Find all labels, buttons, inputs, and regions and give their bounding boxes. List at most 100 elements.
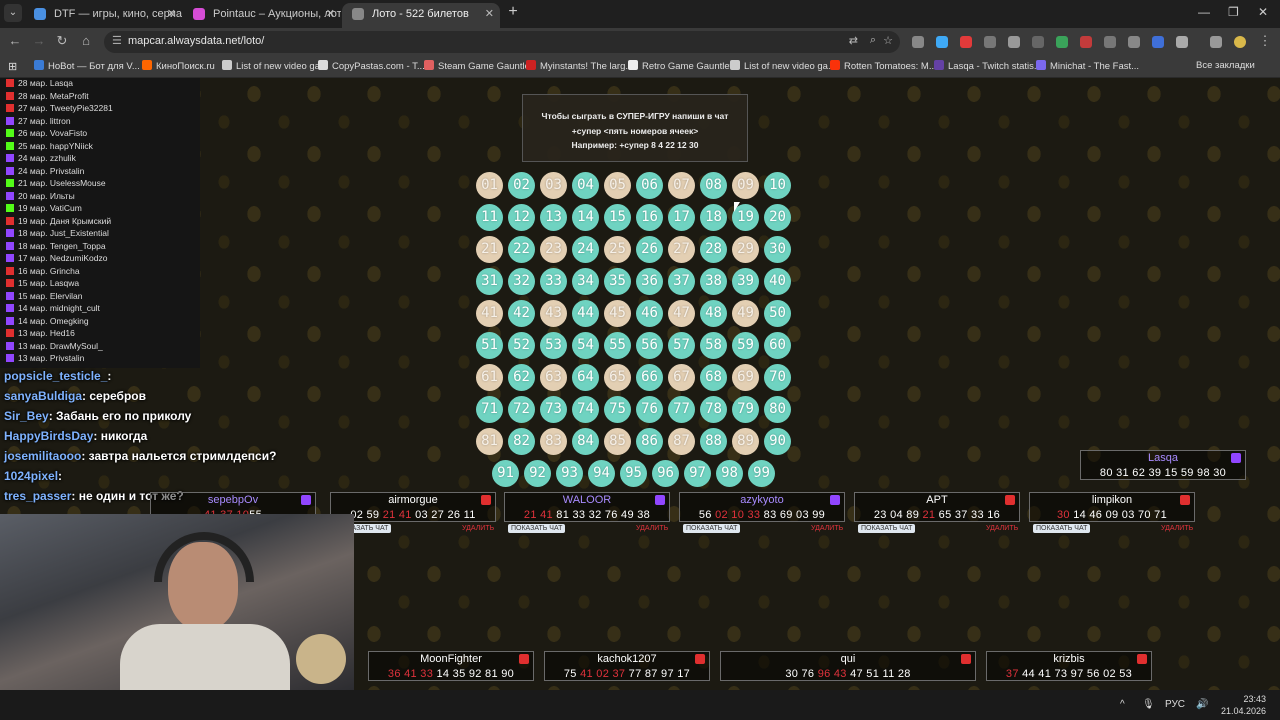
number-ball[interactable]: 28: [700, 236, 727, 263]
show-chat-button[interactable]: ПОКАЗАТЬ ЧАТ: [858, 524, 916, 533]
number-ball[interactable]: 40: [764, 268, 791, 295]
bookmark-star-icon[interactable]: ☆: [883, 34, 893, 47]
number-ball[interactable]: 46: [636, 300, 663, 327]
extension-icon[interactable]: [1128, 36, 1140, 48]
number-ball[interactable]: 60: [764, 332, 791, 359]
tab-loto[interactable]: Лото - 522 билетов ✕: [342, 3, 500, 28]
number-ball[interactable]: 93: [556, 460, 583, 487]
apps-grid-icon[interactable]: ⊞: [8, 60, 17, 73]
ticket-card[interactable]: WALOOR 21 41 81 33 32 76 49 38: [504, 492, 670, 522]
volume-icon[interactable]: 🔊: [1196, 699, 1208, 710]
delete-button[interactable]: УДАЛИТЬ: [636, 525, 668, 532]
number-ball[interactable]: 56: [636, 332, 663, 359]
extension-icon[interactable]: [1056, 36, 1068, 48]
number-ball[interactable]: 96: [652, 460, 679, 487]
bookmark-item[interactable]: List of new video ga...: [222, 60, 328, 72]
extension-icon[interactable]: [1008, 36, 1020, 48]
extension-icon[interactable]: [960, 36, 972, 48]
number-ball[interactable]: 74: [572, 396, 599, 423]
number-ball[interactable]: 59: [732, 332, 759, 359]
number-ball[interactable]: 87: [668, 428, 695, 455]
all-bookmarks-button[interactable]: Все закладки: [1196, 60, 1255, 71]
number-ball[interactable]: 45: [604, 300, 631, 327]
ticket-card[interactable]: airmorgue 02 59 21 41 03 27 26 11: [330, 492, 496, 522]
number-ball[interactable]: 34: [572, 268, 599, 295]
reload-icon[interactable]: ↻: [53, 33, 71, 49]
number-ball[interactable]: 13: [540, 204, 567, 231]
site-info-icon[interactable]: ☰: [112, 34, 122, 47]
number-ball[interactable]: 82: [508, 428, 535, 455]
number-ball[interactable]: 06: [636, 172, 663, 199]
number-ball[interactable]: 08: [700, 172, 727, 199]
extension-icon[interactable]: [1032, 36, 1044, 48]
delete-button[interactable]: УДАЛИТЬ: [462, 525, 494, 532]
translate-icon[interactable]: ⇄: [849, 34, 858, 47]
number-ball[interactable]: 41: [476, 300, 503, 327]
number-ball[interactable]: 07: [668, 172, 695, 199]
number-ball[interactable]: 14: [572, 204, 599, 231]
number-ball[interactable]: 37: [668, 268, 695, 295]
number-ball[interactable]: 54: [572, 332, 599, 359]
ticket-card[interactable]: krizbis 37 44 41 73 97 56 02 53: [986, 651, 1152, 681]
tab-search-button[interactable]: ⌄: [4, 4, 22, 22]
number-ball[interactable]: 85: [604, 428, 631, 455]
number-ball[interactable]: 53: [540, 332, 567, 359]
extension-icon[interactable]: [1152, 36, 1164, 48]
number-ball[interactable]: 16: [636, 204, 663, 231]
number-ball[interactable]: 91: [492, 460, 519, 487]
number-ball[interactable]: 62: [508, 364, 535, 391]
number-ball[interactable]: 39: [732, 268, 759, 295]
number-ball[interactable]: 81: [476, 428, 503, 455]
show-chat-button[interactable]: ПОКАЗАТЬ ЧАТ: [1033, 524, 1091, 533]
tray-expand-icon[interactable]: ^: [1120, 699, 1125, 710]
number-ball[interactable]: 97: [684, 460, 711, 487]
number-ball[interactable]: 27: [668, 236, 695, 263]
number-ball[interactable]: 18: [700, 204, 727, 231]
number-ball[interactable]: 35: [604, 268, 631, 295]
number-ball[interactable]: 73: [540, 396, 567, 423]
number-ball[interactable]: 61: [476, 364, 503, 391]
tab-dtf[interactable]: DTF — игры, кино, сериалы, р ✕: [24, 3, 182, 28]
ticket-card[interactable]: APT 23 04 89 21 65 37 33 16: [854, 492, 1020, 522]
number-ball[interactable]: 49: [732, 300, 759, 327]
extension-icon[interactable]: [912, 36, 924, 48]
bookmark-item[interactable]: Rotten Tomatoes: M...: [830, 60, 937, 72]
number-ball[interactable]: 51: [476, 332, 503, 359]
extension-icon[interactable]: [1104, 36, 1116, 48]
delete-button[interactable]: УДАЛИТЬ: [811, 525, 843, 532]
number-ball[interactable]: 48: [700, 300, 727, 327]
number-ball[interactable]: 29: [732, 236, 759, 263]
ticket-card[interactable]: MoonFighter 36 41 33 14 35 92 81 90: [368, 651, 534, 681]
number-ball[interactable]: 50: [764, 300, 791, 327]
number-ball[interactable]: 10: [764, 172, 791, 199]
number-ball[interactable]: 83: [540, 428, 567, 455]
bookmark-item[interactable]: КиноПоиск.ru: [142, 60, 215, 72]
bookmark-item[interactable]: Minichat - The Fast...: [1036, 60, 1139, 72]
delete-button[interactable]: УДАЛИТЬ: [986, 525, 1018, 532]
number-ball[interactable]: 20: [764, 204, 791, 231]
extension-icon[interactable]: [936, 36, 948, 48]
number-ball[interactable]: 36: [636, 268, 663, 295]
number-ball[interactable]: 99: [748, 460, 775, 487]
number-ball[interactable]: 52: [508, 332, 535, 359]
system-clock[interactable]: 23:43 21.04.2026: [1221, 693, 1266, 717]
number-ball[interactable]: 79: [732, 396, 759, 423]
number-ball[interactable]: 33: [540, 268, 567, 295]
number-ball[interactable]: 72: [508, 396, 535, 423]
number-ball[interactable]: 32: [508, 268, 535, 295]
forward-icon[interactable]: →: [30, 33, 48, 48]
number-ball[interactable]: 89: [732, 428, 759, 455]
number-ball[interactable]: 11: [476, 204, 503, 231]
menu-kebab-icon[interactable]: ⋮: [1256, 33, 1274, 49]
zoom-icon[interactable]: ⌕: [870, 34, 876, 47]
bookmark-item[interactable]: HoBot — Бот для V...: [34, 60, 140, 72]
number-ball[interactable]: 69: [732, 364, 759, 391]
number-ball[interactable]: 23: [540, 236, 567, 263]
restore-icon[interactable]: ❐: [1228, 5, 1239, 19]
bookmark-item[interactable]: List of new video ga...: [730, 60, 836, 72]
delete-button[interactable]: УДАЛИТЬ: [1161, 525, 1193, 532]
close-window-icon[interactable]: ✕: [1258, 5, 1268, 19]
number-ball[interactable]: 64: [572, 364, 599, 391]
number-ball[interactable]: 75: [604, 396, 631, 423]
number-ball[interactable]: 86: [636, 428, 663, 455]
